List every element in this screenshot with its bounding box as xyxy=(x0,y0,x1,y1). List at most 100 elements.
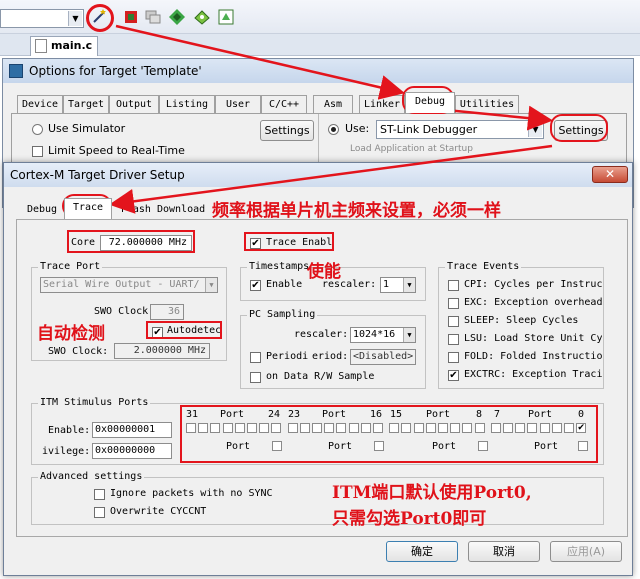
chevron-down-icon: ▼ xyxy=(205,278,217,292)
tab-target[interactable]: Target xyxy=(63,95,109,113)
trace-port-select[interactable]: Serial Wire Output - UART/ ▼ xyxy=(40,277,218,293)
highlight-core-clock xyxy=(67,230,195,253)
target-driver-setup-dialog: Cortex-M Target Driver Setup ✕ Debug Tra… xyxy=(3,162,633,576)
chevron-down-icon: ▼ xyxy=(528,122,542,137)
overwrite-cyccnt-checkbox[interactable] xyxy=(94,507,105,518)
file-tab-label: main.c xyxy=(51,39,93,52)
settings-left-button[interactable]: Settings xyxy=(260,120,314,141)
trace-event-exc-label: EXC: Exception overhead xyxy=(464,297,602,308)
timestamps-prescaler-value: 1 xyxy=(383,279,390,290)
annotation-enable: 使能 xyxy=(307,262,341,282)
itm-title: ITM Stimulus Ports xyxy=(38,397,151,408)
manage-components-icon[interactable] xyxy=(122,8,140,26)
trace-event-fold-label: FOLD: Folded Instructio xyxy=(464,351,602,362)
tab-user[interactable]: User xyxy=(215,95,261,113)
highlight-autodetect xyxy=(146,321,222,339)
batch-build-icon[interactable] xyxy=(144,8,162,26)
advanced-title: Advanced settings xyxy=(38,471,145,482)
dialog-title: Cortex-M Target Driver Setup xyxy=(10,168,185,182)
tab-linker[interactable]: Linker xyxy=(359,95,405,113)
trace-port-title: Trace Port xyxy=(38,261,103,272)
dialog-tab-row: Debug Trace Flash Download xyxy=(22,198,222,219)
pc-sampling-prescaler-label: rescaler: xyxy=(294,329,349,340)
c-file-icon xyxy=(35,39,47,53)
select-packs-icon[interactable] xyxy=(168,8,186,26)
highlight-wizard xyxy=(86,4,114,32)
use-simulator-label: Use Simulator xyxy=(48,122,126,135)
pc-sampling-prescaler-select[interactable]: 1024*16 ▼ xyxy=(350,327,416,343)
tab-output[interactable]: Output xyxy=(109,95,159,113)
tab-debug-setup[interactable]: Debug xyxy=(22,201,62,219)
tab-debug[interactable]: Debug xyxy=(405,92,455,113)
ignore-sync-checkbox[interactable] xyxy=(94,489,105,500)
on-data-sample-label: on Data R/W Sample xyxy=(266,371,375,382)
timestamps-title: Timestamps xyxy=(247,261,312,272)
cancel-button[interactable]: 取消 xyxy=(468,541,540,562)
tab-asm[interactable]: Asm xyxy=(313,95,353,113)
annotation-itm-line1: ITM端口默认使用Port0, xyxy=(332,483,532,503)
close-icon: ✕ xyxy=(604,167,616,181)
swo-clock-prescaler-input[interactable]: 36 xyxy=(150,304,184,320)
trace-event-cpi-label: CPI: Cycles per Instruc xyxy=(464,279,602,290)
tab-flash-download[interactable]: Flash Download xyxy=(114,201,212,219)
trace-event-exctrc-label: EXCTRC: Exception Traci xyxy=(464,369,602,380)
trace-event-lsu-checkbox[interactable] xyxy=(448,334,459,345)
trace-event-sleep-checkbox[interactable] xyxy=(448,316,459,327)
trace-event-exctrc-checkbox[interactable]: ✔ xyxy=(448,370,459,381)
use-debugger-radio[interactable] xyxy=(328,124,339,135)
annotation-itm-line2: 只需勾选Port0即可 xyxy=(332,509,487,529)
trace-event-cpi-checkbox[interactable] xyxy=(448,280,459,291)
periodic-checkbox[interactable] xyxy=(250,352,261,363)
on-data-sample-checkbox[interactable] xyxy=(250,372,261,383)
debugger-select[interactable]: ST-Link Debugger ▼ xyxy=(376,120,544,139)
periodic-label: Periodi xyxy=(266,351,309,362)
close-button[interactable]: ✕ xyxy=(592,166,628,183)
trace-port-value: Serial Wire Output - UART/ xyxy=(43,279,200,290)
trace-event-exc-checkbox[interactable] xyxy=(448,298,459,309)
tab-c-cpp[interactable]: C/C++ xyxy=(261,95,307,113)
itm-privilege-label: ivilege: xyxy=(42,446,91,457)
timestamps-prescaler-select[interactable]: 1 ▼ xyxy=(380,277,416,293)
highlight-settings-button xyxy=(550,114,608,142)
options-window-title: Options for Target 'Template' xyxy=(29,64,202,78)
trace-event-lsu-label: LSU: Load Store Unit Cy xyxy=(464,333,602,344)
swo-clock-input[interactable]: 2.000000 MHz xyxy=(114,343,210,359)
tab-utilities[interactable]: Utilities xyxy=(455,95,519,113)
dialog-title-bar: Cortex-M Target Driver Setup ✕ xyxy=(4,163,632,187)
apply-button[interactable]: 应用(A) xyxy=(550,541,622,562)
period-value-field[interactable]: <Disabled> xyxy=(350,349,416,365)
swo-clock-prescaler-label: SWO Clock xyxy=(94,306,149,317)
timestamps-enable-label: Enable xyxy=(266,279,303,290)
itm-privilege-input[interactable]: 0x00000000 xyxy=(92,443,172,459)
editor-tab-strip: main.c xyxy=(0,34,640,56)
use-simulator-radio[interactable] xyxy=(32,124,43,135)
limit-speed-label: Limit Speed to Real-Time xyxy=(48,144,185,157)
chevron-down-icon: ▼ xyxy=(403,328,415,342)
options-tab-row: Device Target Output Listing User C/C++ … xyxy=(17,92,527,113)
tab-listing[interactable]: Listing xyxy=(159,95,215,113)
itm-enable-input[interactable]: 0x00000001 xyxy=(92,422,172,438)
chevron-down-icon: ▼ xyxy=(68,11,82,26)
trace-event-fold-checkbox[interactable] xyxy=(448,352,459,363)
pc-sampling-title: PC Sampling xyxy=(247,309,318,320)
annotation-frequency: 频率根据单片机主频来设置，必须一样 xyxy=(212,201,501,221)
pc-sampling-prescaler-value: 1024*16 xyxy=(353,329,396,340)
tab-device[interactable]: Device xyxy=(17,95,63,113)
tab-trace[interactable]: Trace xyxy=(64,198,112,219)
pack-installer-icon[interactable] xyxy=(193,8,211,26)
use-label: Use: xyxy=(345,122,370,135)
debugger-value: ST-Link Debugger xyxy=(380,123,478,136)
run-time-environment-icon[interactable] xyxy=(217,8,235,26)
highlight-itm-ports xyxy=(180,405,598,463)
keil-app-icon xyxy=(9,64,23,78)
file-tab-main-c[interactable]: main.c xyxy=(30,36,98,56)
target-dropdown[interactable]: ▼ xyxy=(0,9,84,28)
ok-button[interactable]: 确定 xyxy=(386,541,458,562)
limit-speed-checkbox[interactable] xyxy=(32,146,43,157)
highlight-trace-enable xyxy=(244,232,334,251)
options-window-title-bar: Options for Target 'Template' xyxy=(3,59,633,83)
period-label: eriod: xyxy=(312,351,349,362)
ignore-sync-label: Ignore packets with no SYNC xyxy=(110,488,273,499)
chevron-down-icon: ▼ xyxy=(403,278,415,292)
timestamps-enable-checkbox[interactable]: ✔ xyxy=(250,280,261,291)
